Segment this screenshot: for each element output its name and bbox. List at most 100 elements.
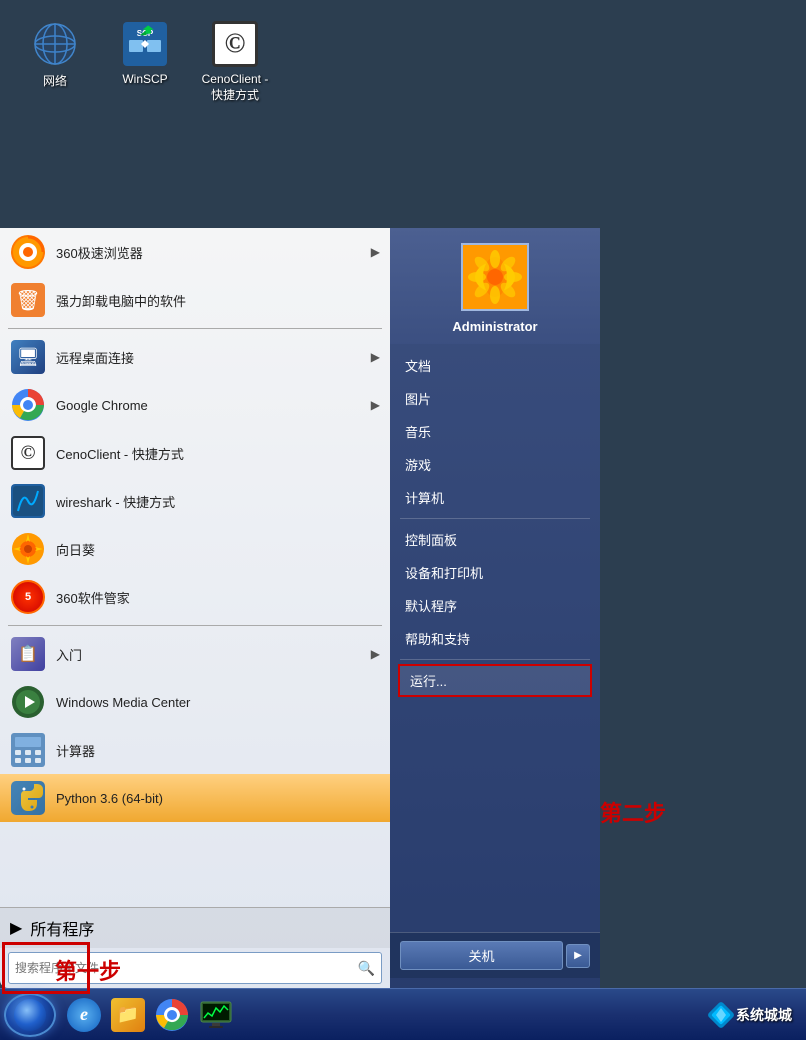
chrome-menu-icon: [10, 387, 46, 423]
menu-item-getstarted-label: 入门: [56, 645, 371, 664]
menu-item-calc[interactable]: 计算器: [0, 726, 390, 774]
menu-item-uninstall[interactable]: 🗑 强力卸载电脑中的软件: [0, 276, 390, 324]
user-avatar: [461, 243, 529, 311]
all-programs-label: 所有程序: [30, 916, 94, 940]
right-menu-item-devices[interactable]: 设备和打印机: [390, 556, 600, 589]
python-icon: [10, 780, 46, 816]
menu-item-sunflower-label: 向日葵: [56, 540, 380, 559]
right-menu-divider: [400, 518, 590, 519]
menu-divider-2: [8, 625, 382, 626]
chevron-right-icon: ▶: [574, 950, 582, 961]
360mgr-icon: 5: [10, 579, 46, 615]
start-button[interactable]: [4, 993, 56, 1037]
menu-item-getstarted[interactable]: 📋 入门 ▶: [0, 630, 390, 678]
taskbar-icon-monitor[interactable]: [196, 995, 236, 1035]
calc-icon: [10, 732, 46, 768]
shutdown-arrow-button[interactable]: ▶: [566, 944, 590, 968]
right-menu-item-music[interactable]: 音乐: [390, 415, 600, 448]
systongcheng-text: 系统城: [736, 1005, 778, 1025]
search-icon: 🔍: [358, 960, 375, 977]
winscp-label: WinSCP: [122, 72, 167, 86]
all-programs-item[interactable]: ▶ 所有程序: [0, 907, 390, 948]
user-name: Administrator: [452, 319, 537, 334]
shutdown-bar: 关机 ▶: [390, 932, 600, 978]
monitor-icon: [199, 998, 233, 1032]
explorer-icon: 📁: [111, 998, 145, 1032]
right-menu-item-pictures[interactable]: 图片: [390, 382, 600, 415]
menu-divider-1: [8, 328, 382, 329]
360browser-icon: [10, 234, 46, 270]
annotation-step2: 第二步: [600, 796, 666, 828]
menu-item-wireshark-label: wireshark - 快捷方式: [56, 492, 380, 511]
systongcheng-diamond-icon: [706, 1000, 736, 1030]
taskbar: e 📁: [0, 988, 806, 1040]
uninstall-icon: 🗑: [10, 282, 46, 318]
winscp-icon: SCP: [121, 20, 169, 68]
menu-item-360mgr-label: 360软件管家: [56, 588, 380, 607]
ie-icon: e: [67, 998, 101, 1032]
menu-item-360browser-label: 360极速浏览器: [56, 243, 371, 262]
menu-item-calc-label: 计算器: [56, 741, 380, 760]
sunflower-icon: [10, 531, 46, 567]
menu-item-remote-label: 远程桌面连接: [56, 348, 371, 367]
wireshark-icon: [10, 483, 46, 519]
network-icon: [31, 20, 79, 68]
annotation-step1: 第一步: [55, 954, 121, 986]
desktop-icon-cenoclient[interactable]: © CenoClient - 快捷方式: [200, 20, 270, 103]
remote-arrow-icon: ▶: [371, 350, 380, 364]
user-profile-area: Administrator: [390, 228, 600, 344]
systongcheng-suffix: 城: [778, 1005, 792, 1025]
cenoclient-menu-icon: ©: [10, 435, 46, 471]
desktop-icons-area: 网络 SCP WinSCP ©: [0, 0, 290, 123]
user-avatar-img: [463, 245, 527, 309]
right-menu-item-controlpanel[interactable]: 控制面板: [390, 523, 600, 556]
desktop: 网络 SCP WinSCP ©: [0, 0, 806, 1040]
menu-item-360mgr[interactable]: 5 360软件管家: [0, 573, 390, 621]
system-tray: 系统城 城: [706, 1000, 802, 1030]
desktop-icon-winscp[interactable]: SCP WinSCP: [110, 20, 180, 103]
menu-item-cenoclient[interactable]: © CenoClient - 快捷方式: [0, 429, 390, 477]
menu-item-chrome-label: Google Chrome: [56, 398, 371, 413]
systongcheng-logo: 系统城 城: [706, 1000, 792, 1030]
menu-item-360browser[interactable]: 360极速浏览器 ▶: [0, 228, 390, 276]
taskbar-icon-chrome[interactable]: [152, 995, 192, 1035]
right-menu-items: 文档 图片 音乐 游戏 计算机 控制面: [390, 344, 600, 932]
right-menu-item-documents[interactable]: 文档: [390, 349, 600, 382]
menu-item-remote[interactable]: 🖥 远程桌面连接 ▶: [0, 333, 390, 381]
taskbar-icon-ie[interactable]: e: [64, 995, 104, 1035]
menu-item-uninstall-label: 强力卸载电脑中的软件: [56, 291, 380, 310]
getstarted-icon: 📋: [10, 636, 46, 672]
network-label: 网络: [43, 72, 67, 89]
right-menu-item-help[interactable]: 帮助和支持: [390, 622, 600, 655]
desktop-icon-network[interactable]: 网络: [20, 20, 90, 103]
menu-item-cenoclient-label: CenoClient - 快捷方式: [56, 444, 380, 463]
menu-item-wmc[interactable]: Windows Media Center: [0, 678, 390, 726]
wmc-icon: [10, 684, 46, 720]
start-menu-right-panel: Administrator 文档 图片 音乐 游戏: [390, 228, 600, 988]
remote-icon: 🖥: [10, 339, 46, 375]
start-orb: [14, 999, 46, 1031]
right-menu-item-run[interactable]: 运行...: [398, 664, 592, 697]
menu-items-list: 360极速浏览器 ▶ 🗑 强力卸载电脑中的软件 🖥: [0, 228, 390, 907]
cenoclient-desktop-icon: ©: [211, 20, 259, 68]
menu-item-sunflower[interactable]: 向日葵: [0, 525, 390, 573]
menu-item-wireshark[interactable]: wireshark - 快捷方式: [0, 477, 390, 525]
chrome-arrow-icon: ▶: [371, 398, 380, 412]
shutdown-button[interactable]: 关机: [400, 941, 563, 970]
right-menu-item-computer[interactable]: 计算机: [390, 481, 600, 514]
menu-item-wmc-label: Windows Media Center: [56, 695, 380, 710]
taskbar-icon-explorer[interactable]: 📁: [108, 995, 148, 1035]
menu-item-chrome[interactable]: Google Chrome ▶: [0, 381, 390, 429]
cenoclient-label: CenoClient - 快捷方式: [202, 72, 269, 103]
start-menu-overlay: 360极速浏览器 ▶ 🗑 强力卸载电脑中的软件 🖥: [0, 228, 600, 988]
getstarted-arrow-icon: ▶: [371, 647, 380, 661]
start-menu-left-panel: 360极速浏览器 ▶ 🗑 强力卸载电脑中的软件 🖥: [0, 228, 390, 988]
chrome-taskbar-icon: [155, 998, 189, 1032]
right-menu-item-defaultprograms[interactable]: 默认程序: [390, 589, 600, 622]
right-menu-item-games[interactable]: 游戏: [390, 448, 600, 481]
start-menu: 360极速浏览器 ▶ 🗑 强力卸载电脑中的软件 🖥: [0, 228, 600, 988]
arrow-icon: ▶: [371, 245, 380, 259]
menu-item-python[interactable]: Python 3.6 (64-bit): [0, 774, 390, 822]
menu-item-python-label: Python 3.6 (64-bit): [56, 791, 380, 806]
right-menu-divider-2: [400, 659, 590, 660]
